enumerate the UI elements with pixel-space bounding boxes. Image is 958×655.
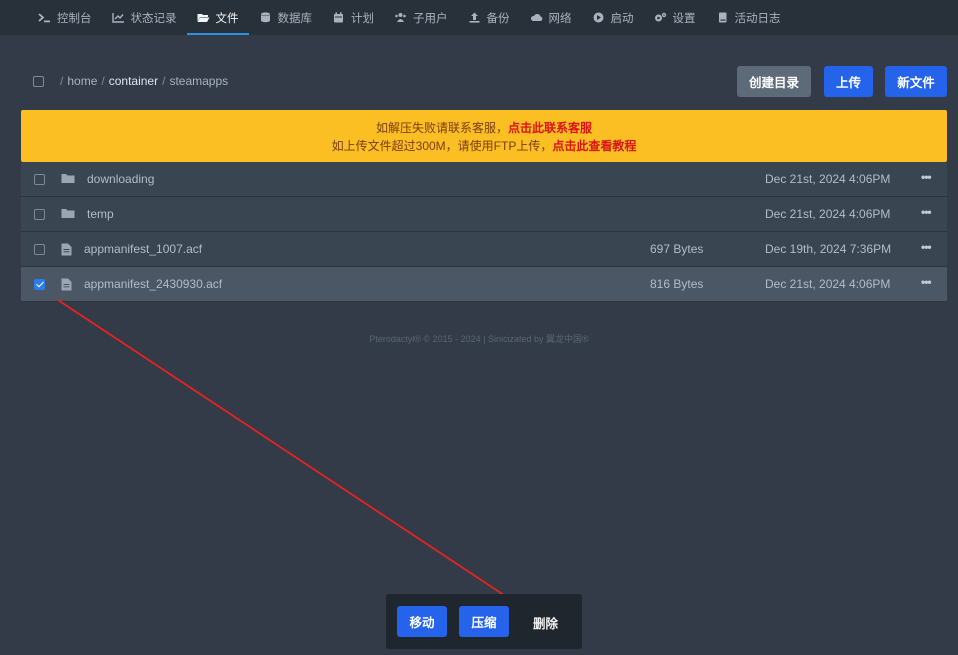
nav-tab-label: 启动 — [610, 12, 634, 25]
notice-banner: 如解压失败请联系客服，点击此联系客服 如上传文件超过300M，请使用FTP上传，… — [21, 110, 947, 162]
file-date: Dec 21st, 2024 4:06PM — [765, 172, 891, 186]
nav-tab-label: 状态记录 — [130, 12, 177, 25]
breadcrumb: / home / container / steamapps — [56, 74, 228, 88]
file-size: 816 Bytes — [650, 277, 704, 291]
nav-tab-label: 控制台 — [57, 12, 92, 25]
row-menu-button[interactable]: ••• — [921, 170, 932, 184]
nav-tab-settings[interactable]: 设置 — [644, 0, 706, 35]
nav-tab-files[interactable]: 文件 — [186, 0, 249, 35]
notice-text: 如解压失败请联系客服， — [375, 121, 508, 135]
notice-text: 如上传文件超过300M，请使用FTP上传， — [331, 139, 553, 153]
nav-tab-backups[interactable]: 备份 — [458, 0, 520, 35]
upload-icon — [468, 12, 481, 23]
file-date: Dec 19th, 2024 7:36PM — [765, 242, 892, 256]
path-bar: / home / container / steamapps — [33, 68, 228, 94]
book-icon — [716, 12, 729, 23]
file-row[interactable]: appmanifest_1007.acf 697 Bytes Dec 19th,… — [21, 232, 947, 267]
file-name[interactable]: appmanifest_1007.acf — [84, 242, 202, 256]
file-list: downloading Dec 21st, 2024 4:06PM ••• te… — [21, 162, 947, 302]
users-icon — [394, 12, 407, 23]
file-size: 697 Bytes — [650, 242, 704, 256]
folder-open-icon — [197, 12, 210, 23]
nav-tab-label: 备份 — [486, 12, 510, 25]
file-name[interactable]: temp — [87, 207, 114, 221]
nav-tab-console[interactable]: 控制台 — [28, 0, 102, 35]
nav-tab-stats[interactable]: 状态记录 — [102, 0, 187, 35]
row-menu-button[interactable]: ••• — [921, 275, 932, 289]
nav-tab-label: 文件 — [215, 12, 239, 25]
row-checkbox[interactable] — [34, 244, 45, 255]
calendar-icon — [332, 12, 345, 23]
nav-tab-label: 子用户 — [413, 12, 448, 25]
row-checkbox[interactable] — [34, 209, 45, 220]
compress-button[interactable]: 压缩 — [459, 606, 509, 637]
breadcrumb-separator: / — [60, 74, 64, 88]
file-name[interactable]: appmanifest_2430930.acf — [84, 277, 222, 291]
nav-tab-label: 活动日志 — [734, 12, 781, 25]
footer-credit: Pterodactyl® © 2015 - 2024 | Sinicizated… — [369, 334, 589, 344]
select-all-checkbox[interactable] — [33, 75, 44, 87]
annotation-arrow — [57, 299, 533, 614]
file-date: Dec 21st, 2024 4:06PM — [765, 277, 891, 291]
terminal-icon — [38, 12, 51, 23]
chart-line-icon — [111, 12, 125, 23]
file-date: Dec 21st, 2024 4:06PM — [765, 207, 891, 221]
nav-tab-label: 设置 — [672, 12, 696, 25]
cloud-icon — [530, 12, 543, 23]
folder-icon — [61, 173, 75, 187]
nav-tab-subusers[interactable]: 子用户 — [384, 0, 458, 35]
top-nav: 控制台 状态记录 文件 数据库 计划 子用户 备份 网络 启动 设置 活动日志 — [0, 0, 958, 35]
nav-tab-label: 数据库 — [277, 12, 313, 25]
row-checkbox[interactable] — [34, 174, 45, 185]
row-menu-button[interactable]: ••• — [921, 205, 932, 219]
notice-line-2: 如上传文件超过300M，请使用FTP上传，点击此查看教程 — [21, 137, 947, 155]
file-row[interactable]: downloading Dec 21st, 2024 4:06PM ••• — [21, 162, 947, 197]
gears-icon — [654, 12, 667, 23]
nav-tab-activity[interactable]: 活动日志 — [706, 0, 791, 35]
create-directory-button[interactable]: 创建目录 — [737, 66, 811, 97]
new-file-button[interactable]: 新文件 — [885, 66, 947, 97]
bulk-action-bar: 移动 压缩 删除 — [386, 594, 582, 649]
notice-line-1: 如解压失败请联系客服，点击此联系客服 — [21, 119, 947, 137]
file-text-icon — [61, 278, 72, 294]
tutorial-link[interactable]: 点击此查看教程 — [552, 139, 636, 153]
nav-tab-label: 网络 — [548, 12, 572, 25]
delete-button[interactable]: 删除 — [533, 613, 558, 632]
file-row[interactable]: appmanifest_2430930.acf 816 Bytes Dec 21… — [21, 267, 947, 302]
breadcrumb-steamapps: steamapps — [169, 74, 229, 88]
database-icon — [259, 12, 272, 23]
file-name[interactable]: downloading — [87, 172, 154, 186]
row-checkbox[interactable] — [34, 279, 45, 290]
nav-tab-database[interactable]: 数据库 — [249, 0, 323, 35]
nav-tab-network[interactable]: 网络 — [520, 0, 582, 35]
file-text-icon — [61, 243, 72, 259]
breadcrumb-home[interactable]: home — [67, 74, 97, 88]
file-row[interactable]: temp Dec 21st, 2024 4:06PM ••• — [21, 197, 947, 232]
nav-tab-startup[interactable]: 启动 — [582, 0, 644, 35]
breadcrumb-container[interactable]: container — [109, 74, 158, 88]
move-button[interactable]: 移动 — [397, 606, 447, 637]
upload-button[interactable]: 上传 — [824, 66, 873, 97]
play-circle-icon — [592, 12, 605, 23]
row-menu-button[interactable]: ••• — [921, 240, 932, 254]
contact-support-link[interactable]: 点击此联系客服 — [508, 121, 592, 135]
breadcrumb-separator: / — [101, 74, 105, 88]
nav-tab-schedules[interactable]: 计划 — [322, 0, 384, 35]
breadcrumb-separator: / — [162, 74, 166, 88]
folder-icon — [61, 208, 75, 222]
nav-tab-label: 计划 — [351, 12, 374, 25]
